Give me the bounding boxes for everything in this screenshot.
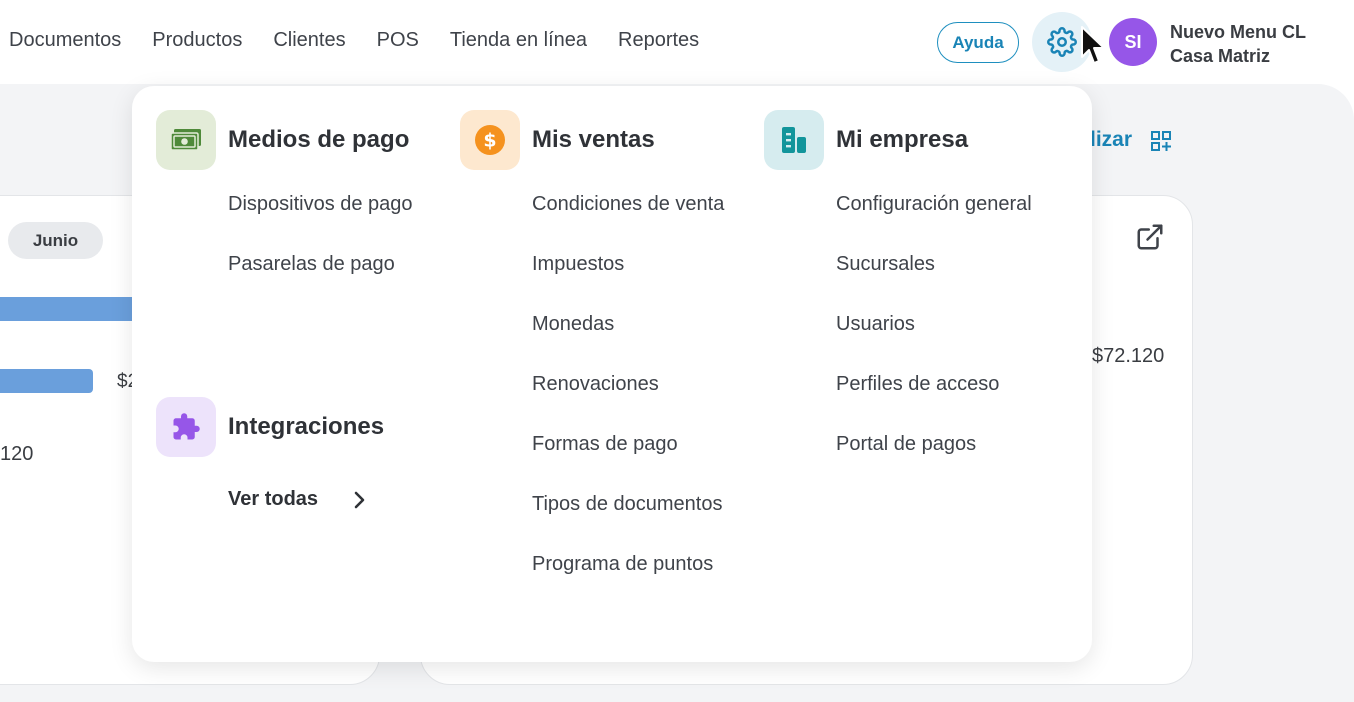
- dollar-coin-icon: $: [460, 110, 520, 170]
- section-payment-methods: Medios de pago: [156, 110, 409, 170]
- building-icon: [764, 110, 824, 170]
- external-link-icon[interactable]: [1135, 222, 1165, 252]
- section-my-company: Mi empresa: [764, 110, 968, 170]
- main-nav: Documentos Productos Clientes POS Tienda…: [9, 29, 730, 52]
- section-integrations: Integraciones: [156, 397, 384, 457]
- cash-icon: [156, 110, 216, 170]
- gear-icon: [1047, 27, 1077, 57]
- account-name: Nuevo Menu CL: [1170, 22, 1307, 42]
- nav-reportes[interactable]: Reportes: [618, 29, 699, 52]
- menu-item-payment-forms[interactable]: Formas de pago: [532, 433, 678, 456]
- nav-documentos[interactable]: Documentos: [9, 29, 121, 52]
- menu-item-general-settings[interactable]: Configuración general: [836, 193, 1032, 216]
- chevron-right-icon: [354, 491, 365, 508]
- menu-item-sales-conditions[interactable]: Condiciones de venta: [532, 193, 724, 216]
- section-title: Mis ventas: [532, 126, 655, 153]
- chart-bar: [0, 369, 93, 393]
- month-filter-pill[interactable]: Junio: [8, 222, 103, 259]
- branch-name: Casa Matriz: [1170, 46, 1271, 66]
- nav-pos[interactable]: POS: [377, 29, 419, 52]
- menu-item-renewals[interactable]: Renovaciones: [532, 373, 659, 396]
- section-my-sales: $ Mis ventas: [460, 110, 655, 170]
- settings-dropdown-menu: Medios de pago Dispositivos de pago Pasa…: [132, 86, 1092, 662]
- add-widget-icon[interactable]: [1150, 130, 1172, 152]
- svg-text:$: $: [483, 130, 496, 152]
- avatar[interactable]: SI: [1109, 18, 1157, 66]
- top-bar: Documentos Productos Clientes POS Tienda…: [0, 0, 1354, 84]
- menu-item-payment-gateways[interactable]: Pasarelas de pago: [228, 253, 395, 276]
- menu-item-users[interactable]: Usuarios: [836, 313, 915, 336]
- menu-item-document-types[interactable]: Tipos de documentos: [532, 493, 722, 516]
- left-card-value: 120: [0, 443, 34, 465]
- menu-item-taxes[interactable]: Impuestos: [532, 253, 624, 276]
- section-title: Integraciones: [228, 413, 385, 440]
- nav-productos[interactable]: Productos: [152, 29, 242, 52]
- help-button[interactable]: Ayuda: [937, 22, 1019, 63]
- menu-item-payment-devices[interactable]: Dispositivos de pago: [228, 193, 413, 216]
- see-all-integrations-link[interactable]: Ver todas: [228, 488, 366, 511]
- puzzle-icon: [156, 397, 216, 457]
- nav-tienda-en-linea[interactable]: Tienda en línea: [450, 29, 587, 52]
- chart-bar: [0, 297, 140, 321]
- account-info[interactable]: Nuevo Menu CL Casa Matriz: [1170, 20, 1306, 68]
- section-title: Mi empresa: [836, 126, 969, 153]
- see-all-label: Ver todas: [228, 488, 319, 510]
- menu-item-points-program[interactable]: Programa de puntos: [532, 553, 713, 576]
- section-title: Medios de pago: [228, 126, 410, 153]
- menu-item-currencies[interactable]: Monedas: [532, 313, 614, 336]
- mouse-pointer-icon: [1081, 26, 1105, 64]
- nav-clientes[interactable]: Clientes: [273, 29, 345, 52]
- menu-item-access-profiles[interactable]: Perfiles de acceso: [836, 373, 999, 396]
- personalize-link[interactable]: lizar: [1090, 128, 1132, 152]
- right-card-value: $72.120: [1092, 345, 1165, 367]
- menu-item-branches[interactable]: Sucursales: [836, 253, 935, 276]
- menu-item-payments-portal[interactable]: Portal de pagos: [836, 433, 976, 456]
